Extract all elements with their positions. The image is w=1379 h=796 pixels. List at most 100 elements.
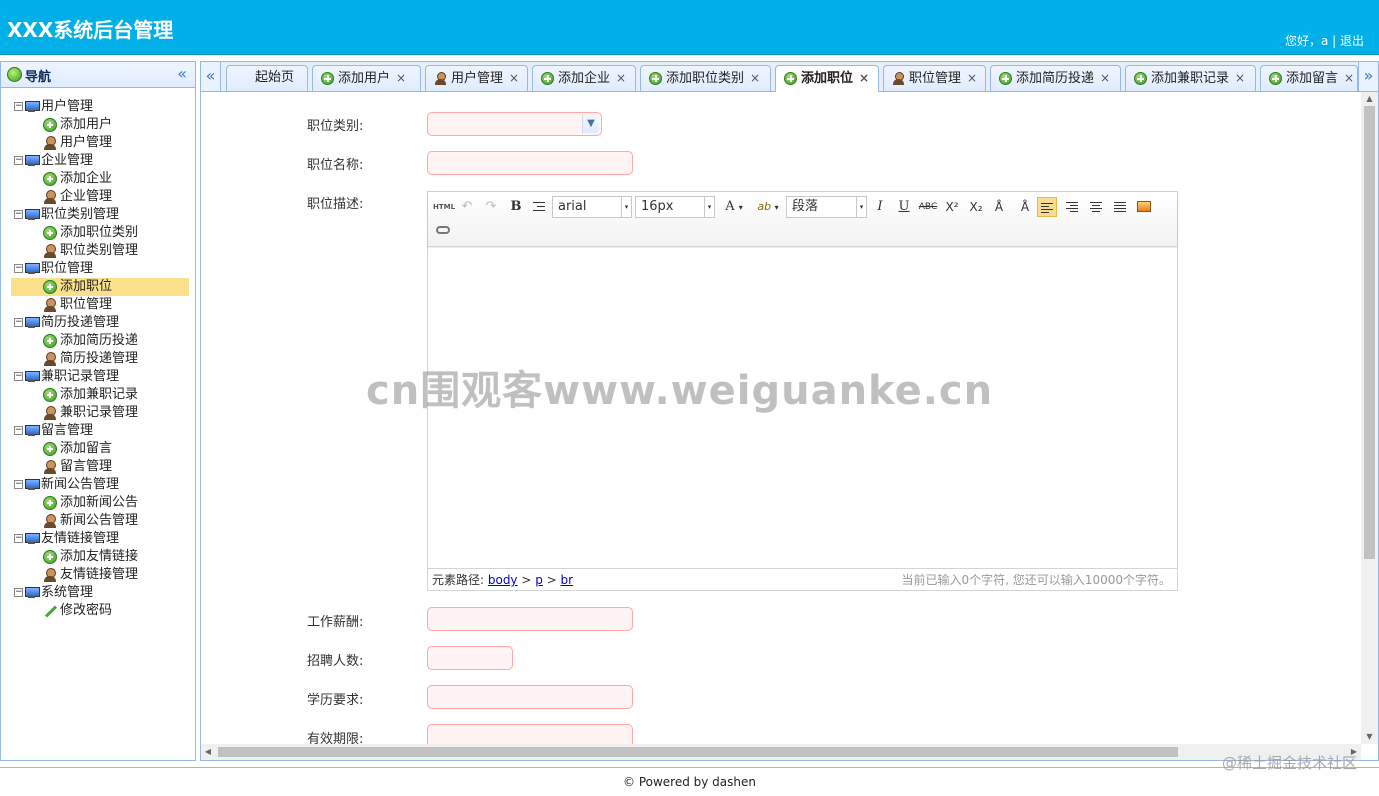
tab[interactable]: 用户管理 × <box>425 65 528 91</box>
superscript-button[interactable]: X² <box>942 197 962 217</box>
headcount-input[interactable] <box>427 646 513 670</box>
collapse-toggle-icon[interactable]: − <box>14 210 23 219</box>
nav-item[interactable]: 修改密码 <box>11 602 189 620</box>
nav-group[interactable]: − 友情链接管理 <box>11 530 189 548</box>
nav-item[interactable]: 留言管理 <box>11 458 189 476</box>
html-source-button[interactable]: HTML <box>433 197 455 217</box>
tab[interactable]: 添加职位 × <box>775 65 879 92</box>
collapse-toggle-icon[interactable]: − <box>14 426 23 435</box>
salary-input[interactable] <box>427 607 633 631</box>
nav-group[interactable]: − 职位管理 <box>11 260 189 278</box>
back-color-button[interactable]: ab ▾ <box>753 197 783 217</box>
font-color-button[interactable]: A ▾ <box>720 197 748 217</box>
chevron-down-icon[interactable]: ▼ <box>582 115 599 133</box>
italic-button[interactable]: I <box>870 197 890 217</box>
close-icon[interactable]: × <box>1100 71 1110 85</box>
close-icon[interactable]: × <box>1235 71 1245 85</box>
nav-item[interactable]: 兼职记录管理 <box>11 404 189 422</box>
align-justify-button[interactable] <box>1110 197 1130 217</box>
nav-group[interactable]: − 新闻公告管理 <box>11 476 189 494</box>
nav-item[interactable]: 添加职位 <box>11 278 189 296</box>
horizontal-scrollbar[interactable]: ◀ ▶ <box>201 744 1361 760</box>
tab[interactable]: 添加留言 × <box>1260 65 1358 91</box>
education-input[interactable] <box>427 685 633 709</box>
collapse-toggle-icon[interactable]: − <box>14 264 23 273</box>
nav-group[interactable]: − 留言管理 <box>11 422 189 440</box>
nav-group[interactable]: − 系统管理 <box>11 584 189 602</box>
collapse-toggle-icon[interactable]: − <box>14 102 23 111</box>
name-input[interactable] <box>427 151 633 175</box>
strikethrough-button[interactable]: ABC <box>918 197 938 217</box>
nav-item[interactable]: 职位管理 <box>11 296 189 314</box>
tab[interactable]: 添加兼职记录 × <box>1125 65 1256 91</box>
align-center-button[interactable] <box>1086 197 1106 217</box>
collapse-toggle-icon[interactable]: − <box>14 534 23 543</box>
nav-item[interactable]: 企业管理 <box>11 188 189 206</box>
collapse-toggle-icon[interactable]: − <box>14 318 23 327</box>
path-p-link[interactable]: p <box>535 573 543 587</box>
indent-button[interactable] <box>529 197 549 217</box>
tab[interactable]: 添加简历投递 × <box>990 65 1121 91</box>
clear-format-button[interactable]: Å <box>989 197 1009 217</box>
collapse-toggle-icon[interactable]: − <box>14 588 23 597</box>
path-br-link[interactable]: br <box>561 573 574 587</box>
nav-item[interactable]: 添加留言 <box>11 440 189 458</box>
paragraph-select[interactable]: 段落 ▾ <box>786 196 867 218</box>
close-icon[interactable]: × <box>396 71 406 85</box>
close-icon[interactable]: × <box>750 71 760 85</box>
nav-item[interactable]: 添加用户 <box>11 116 189 134</box>
nav-item[interactable]: 新闻公告管理 <box>11 512 189 530</box>
undo-button[interactable]: ↶ <box>457 197 477 217</box>
font-family-select[interactable]: arial ▾ <box>552 196 632 218</box>
tab[interactable]: 职位管理 × <box>883 65 986 91</box>
nav-group[interactable]: − 简历投递管理 <box>11 314 189 332</box>
nav-item[interactable]: 添加职位类别 <box>11 224 189 242</box>
scroll-up-arrow-icon[interactable]: ▲ <box>1361 92 1378 106</box>
tab-scroll-left-button[interactable]: « <box>201 62 221 91</box>
tab[interactable]: 添加企业 × <box>532 65 636 91</box>
collapse-toggle-icon[interactable]: − <box>14 480 23 489</box>
nav-item[interactable]: 友情链接管理 <box>11 566 189 584</box>
category-select[interactable]: ▼ <box>427 112 602 136</box>
close-icon[interactable]: × <box>859 71 869 85</box>
tab-scroll-right-button[interactable]: » <box>1358 62 1378 91</box>
subscript-button[interactable]: X₂ <box>966 197 986 217</box>
close-icon[interactable]: × <box>616 71 626 85</box>
nav-group[interactable]: − 兼职记录管理 <box>11 368 189 386</box>
logout-link[interactable]: 退出 <box>1340 34 1364 48</box>
bold-button[interactable]: B <box>506 197 526 217</box>
underline-button[interactable]: U <box>894 197 914 217</box>
path-body-link[interactable]: body <box>488 573 518 587</box>
scroll-down-arrow-icon[interactable]: ▼ <box>1361 730 1378 744</box>
align-left-button[interactable] <box>1037 197 1057 217</box>
close-icon[interactable]: × <box>967 71 977 85</box>
align-right-button[interactable] <box>1062 197 1082 217</box>
nav-item[interactable]: 职位类别管理 <box>11 242 189 260</box>
nav-item[interactable]: 添加友情链接 <box>11 548 189 566</box>
nav-item[interactable]: 用户管理 <box>11 134 189 152</box>
tab[interactable]: 添加用户 × <box>312 65 421 91</box>
nav-item[interactable]: 添加兼职记录 <box>11 386 189 404</box>
nav-item[interactable]: 简历投递管理 <box>11 350 189 368</box>
close-icon[interactable]: × <box>509 71 519 85</box>
vertical-scrollbar[interactable]: ▲ ▼ <box>1361 92 1378 744</box>
validity-input[interactable] <box>427 724 633 744</box>
collapse-toggle-icon[interactable]: − <box>14 372 23 381</box>
nav-item[interactable]: 添加企业 <box>11 170 189 188</box>
insert-link-button[interactable] <box>433 220 453 240</box>
nav-item[interactable]: 添加简历投递 <box>11 332 189 350</box>
horizontal-scroll-thumb[interactable] <box>218 747 1178 757</box>
tab[interactable]: 起始页 <box>226 65 308 91</box>
insert-image-button[interactable] <box>1134 197 1154 217</box>
nav-group[interactable]: − 企业管理 <box>11 152 189 170</box>
collapse-toggle-icon[interactable]: − <box>14 156 23 165</box>
nav-group[interactable]: − 用户管理 <box>11 98 189 116</box>
redo-button[interactable]: ↷ <box>481 197 501 217</box>
vertical-scroll-thumb[interactable] <box>1364 106 1375 559</box>
close-icon[interactable]: × <box>1344 71 1354 85</box>
scroll-left-arrow-icon[interactable]: ◀ <box>201 744 215 760</box>
format-painter-button[interactable]: Å <box>1015 197 1035 217</box>
font-size-select[interactable]: 16px ▾ <box>635 196 715 218</box>
nav-group[interactable]: − 职位类别管理 <box>11 206 189 224</box>
nav-item[interactable]: 添加新闻公告 <box>11 494 189 512</box>
